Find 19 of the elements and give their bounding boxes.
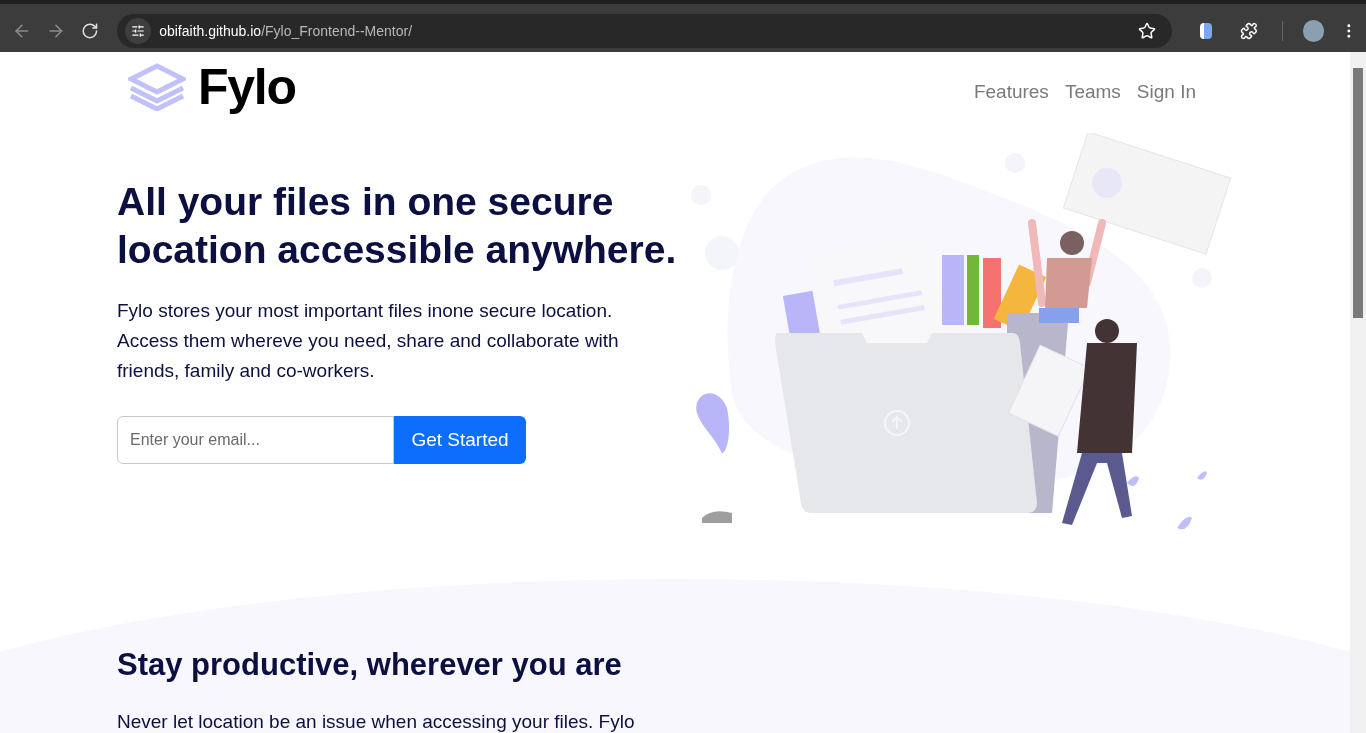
scrollbar[interactable] — [1350, 52, 1366, 733]
url-text: obifaith.github.io/Fylo_Frontend--Mentor/ — [159, 21, 413, 41]
hero-description: Fylo stores your most important files inone secure location. Access them whereve you need, share and collaborate with friends, family and co-workers. — [117, 299, 620, 383]
address-bar[interactable]: obifaith.github.io/Fylo_Frontend--Mentor/ — [117, 14, 1172, 48]
extensions-icon[interactable] — [1239, 22, 1258, 40]
bookmark-star-icon[interactable] — [1137, 22, 1156, 40]
profile-avatar[interactable] — [1302, 20, 1325, 42]
section-description: Never let location be an issue when accessing your files. Fylo — [117, 709, 635, 733]
get-started-button[interactable]: Get Started — [394, 416, 526, 464]
logo-text[interactable]: Fylo — [198, 62, 296, 112]
nav-link[interactable]: Teams — [1064, 77, 1121, 107]
site-info-icon[interactable] — [125, 18, 152, 44]
reload-icon[interactable] — [81, 22, 100, 40]
nav-link[interactable]: Sign In — [1136, 77, 1196, 107]
hero-heading: All your files in one secure location accessible anywhere. — [117, 179, 677, 273]
logo-layers-icon — [128, 63, 186, 111]
section-heading: Stay productive, wherever you are — [117, 646, 623, 684]
nav-link[interactable]: Features — [973, 77, 1049, 107]
email-input-field[interactable]: Enter your email... — [117, 416, 394, 464]
